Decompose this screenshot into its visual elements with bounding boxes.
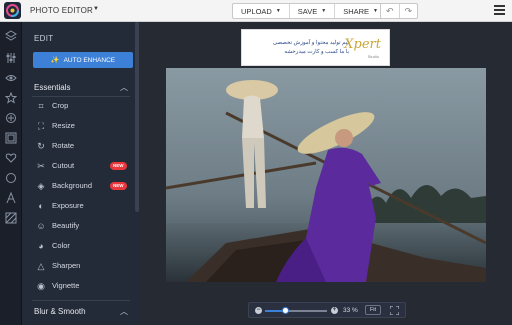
rotate-icon: ↻ — [37, 141, 45, 151]
ad-banner[interactable]: تیم تولید محتوا و آموزش تخصصی با ما کسب … — [241, 29, 390, 66]
upload-button[interactable]: UPLOAD ▼ — [233, 4, 290, 18]
tool-rotate[interactable]: ↻ Rotate — [22, 136, 140, 156]
new-badge: NEW — [110, 162, 127, 170]
shape-icon[interactable] — [5, 172, 17, 184]
share-button[interactable]: SHARE ▼ — [335, 4, 386, 18]
tool-color[interactable]: ◕ Color — [22, 236, 140, 256]
tool-label: Crop — [52, 101, 69, 110]
panel-scrollbar[interactable] — [135, 22, 139, 212]
zoom-out-icon[interactable]: − — [255, 307, 262, 314]
auto-enhance-button[interactable]: ✨ AUTO ENHANCE — [33, 52, 133, 68]
tool-label: Resize — [52, 121, 75, 130]
upload-label: UPLOAD — [241, 6, 272, 16]
tool-rail — [0, 22, 22, 325]
edit-panel: EDIT ✨ AUTO ENHANCE Essentials ︿ ⌗ Crop … — [22, 22, 140, 325]
texture-icon[interactable] — [5, 112, 17, 124]
share-caret-icon: ▼ — [373, 8, 378, 14]
panel-title: EDIT — [34, 34, 54, 43]
frame-icon[interactable] — [5, 132, 17, 144]
top-bar: PHOTO EDITOR ▼ UPLOAD ▼ SAVE ▼ SHARE ▼ ↶ ↷ — [0, 0, 512, 22]
tool-cutout[interactable]: ✂ Cutout NEW — [22, 156, 140, 176]
fullscreen-icon[interactable] — [390, 306, 399, 315]
tool-label: Vignette — [52, 281, 80, 290]
divider — [32, 300, 130, 301]
tool-resize[interactable]: ⛶ Resize — [22, 116, 140, 136]
ad-tagline: با ما کسب و کارت میدرخشه — [284, 49, 349, 55]
resize-icon: ⛶ — [37, 121, 45, 131]
app-logo-icon[interactable] — [4, 2, 21, 19]
photo-canvas[interactable] — [166, 68, 486, 282]
crop-icon: ⌗ — [38, 101, 44, 111]
ad-brand-sub: Studio — [367, 54, 379, 59]
undo-icon[interactable]: ↶ — [381, 4, 400, 18]
magic-wand-icon: ✨ — [50, 57, 60, 64]
upload-caret-icon: ▼ — [275, 8, 281, 14]
zoom-slider-handle[interactable] — [282, 307, 290, 314]
tool-vignette[interactable]: ◉ Vignette — [22, 276, 140, 296]
app-menu-caret-icon[interactable]: ▼ — [93, 6, 99, 12]
chevron-up-icon: ︿ — [120, 307, 128, 316]
essentials-section-header[interactable]: Essentials ︿ — [22, 81, 140, 95]
new-badge: NEW — [110, 182, 127, 190]
background-icon: ◈ — [37, 181, 45, 191]
tool-label: Sharpen — [52, 261, 81, 270]
sharpen-icon: △ — [37, 261, 45, 271]
tool-label: Background — [52, 181, 93, 190]
blur-smooth-label: Blur & Smooth — [34, 307, 86, 316]
fit-button[interactable]: Fit — [365, 305, 381, 315]
tool-sharpen[interactable]: △ Sharpen — [22, 256, 140, 276]
vignette-icon: ◉ — [37, 281, 45, 291]
save-caret-icon: ▼ — [321, 8, 327, 14]
ad-brand-logo: Xpert — [344, 37, 381, 52]
zoom-level-readout: 33 % — [343, 307, 358, 314]
tool-exposure[interactable]: ◐ Exposure — [22, 196, 140, 216]
tool-background[interactable]: ◈ Background NEW — [22, 176, 140, 196]
chevron-up-icon: ︿ — [120, 83, 128, 92]
zoom-slider[interactable] — [265, 307, 327, 314]
tool-label: Cutout — [52, 161, 75, 170]
sliders-icon[interactable] — [5, 52, 17, 64]
zoom-control: − + 33 % Fit — [248, 302, 406, 318]
tool-beautify[interactable]: ☺ Beautify — [22, 216, 140, 236]
pattern-icon[interactable] — [5, 212, 17, 224]
text-icon[interactable] — [5, 192, 17, 204]
photo-image — [166, 68, 486, 282]
layers-icon[interactable] — [5, 30, 17, 42]
ad-headline: تیم تولید محتوا و آموزش تخصصی — [272, 40, 349, 46]
hamburger-menu-icon[interactable] — [494, 5, 505, 15]
auto-enhance-label: AUTO ENHANCE — [63, 56, 116, 64]
file-actions-group: UPLOAD ▼ SAVE ▼ SHARE ▼ — [232, 3, 387, 19]
beautify-icon: ☺ — [36, 221, 46, 231]
blur-smooth-section-header[interactable]: Blur & Smooth ︿ — [22, 305, 140, 319]
redo-icon[interactable]: ↷ — [400, 4, 418, 18]
exposure-icon: ◐ — [38, 201, 44, 211]
cutout-icon: ✂ — [37, 161, 45, 171]
app-title[interactable]: PHOTO EDITOR — [30, 6, 93, 15]
history-group: ↶ ↷ — [380, 3, 418, 19]
color-icon: ◕ — [38, 241, 44, 251]
share-label: SHARE — [343, 6, 370, 16]
tool-label: Rotate — [52, 141, 75, 150]
essentials-label: Essentials — [34, 83, 71, 92]
save-button[interactable]: SAVE ▼ — [290, 4, 336, 18]
save-label: SAVE — [297, 6, 318, 16]
eye-icon[interactable] — [5, 72, 17, 84]
zoom-in-icon[interactable]: + — [331, 307, 338, 314]
tool-crop[interactable]: ⌗ Crop — [22, 96, 140, 116]
star-icon[interactable] — [5, 92, 17, 104]
heart-icon[interactable] — [5, 152, 17, 164]
tool-label: Beautify — [52, 221, 80, 230]
tool-label: Color — [52, 241, 70, 250]
tool-label: Exposure — [52, 201, 84, 210]
